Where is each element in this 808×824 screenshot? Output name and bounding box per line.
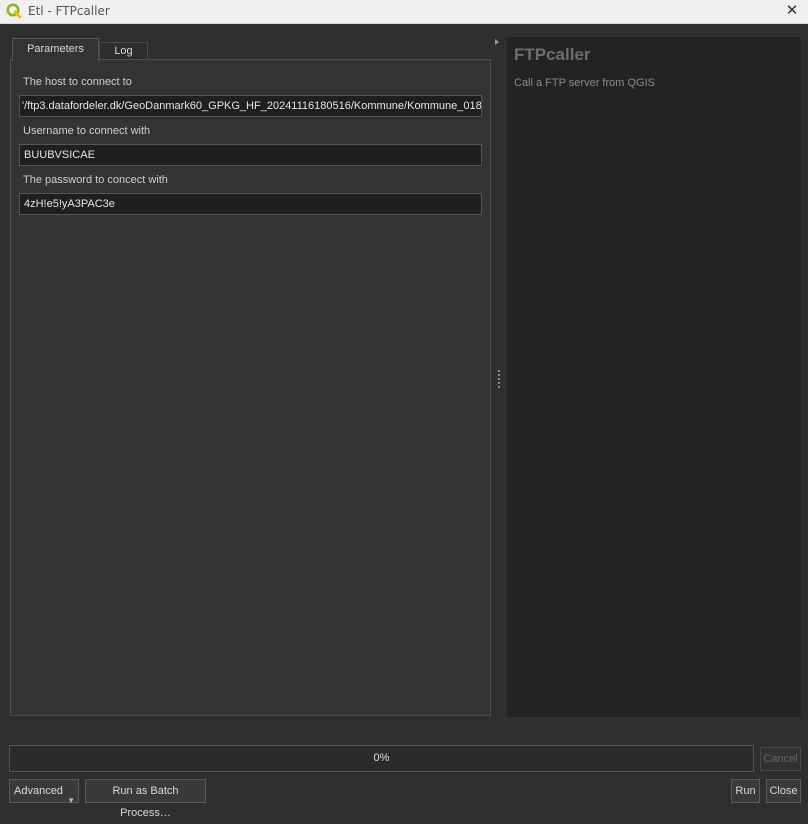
help-description: Call a FTP server from QGIS <box>514 77 655 89</box>
collapse-arrow-icon[interactable] <box>495 39 499 45</box>
advanced-label: Advanced <box>14 785 63 797</box>
chevron-down-icon: ▼ <box>67 796 75 805</box>
close-button[interactable]: Close <box>766 779 801 803</box>
splitter-handle[interactable] <box>498 370 500 388</box>
tab-log[interactable]: Log <box>99 42 148 60</box>
help-panel: FTPcaller Call a FTP server from QGIS <box>507 37 801 717</box>
username-input[interactable]: BUUBVSICAE <box>19 144 482 166</box>
help-title: FTPcaller <box>514 45 591 64</box>
window-title: Etl - FTPcaller <box>28 4 110 18</box>
tab-parameters[interactable]: Parameters <box>12 38 99 61</box>
batch-process-button[interactable]: Run as Batch Process… <box>85 779 206 819</box>
qgis-icon <box>6 3 22 19</box>
host-input[interactable]: '/ftp3.datafordeler.dk/GeoDanmark60_GPKG… <box>19 95 482 117</box>
run-button[interactable]: Run <box>731 779 760 803</box>
close-icon[interactable]: ✕ <box>784 2 800 20</box>
title-bar: Etl - FTPcaller ✕ <box>0 0 808 24</box>
password-input[interactable]: 4zH!e5!yA3PAC3e <box>19 193 482 215</box>
progress-bar: 0% <box>9 745 754 772</box>
password-label: The password to concect with <box>23 174 168 186</box>
progress-text: 0% <box>373 752 390 764</box>
username-label: Username to connect with <box>23 125 151 137</box>
advanced-button[interactable]: Advanced ▼ <box>9 779 79 805</box>
host-label: The host to connect to <box>23 76 132 88</box>
parameters-panel: The host to connect to '/ftp3.datafordel… <box>10 59 491 716</box>
cancel-button[interactable]: Cancel <box>760 747 801 771</box>
